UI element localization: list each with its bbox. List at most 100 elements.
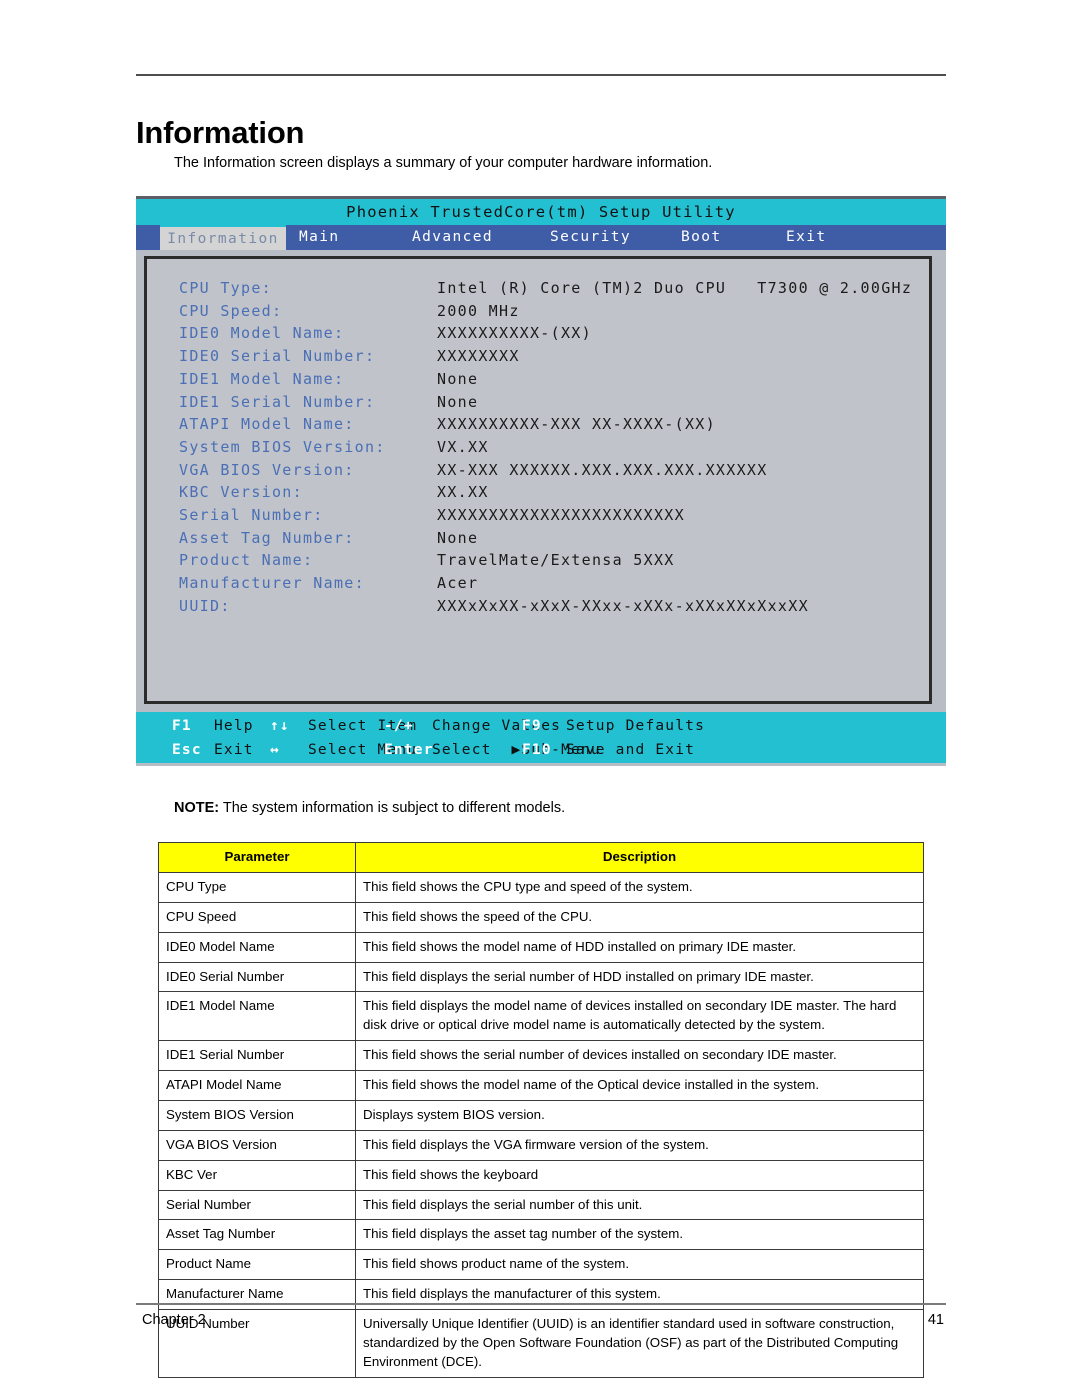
cell-parameter: KBC Ver bbox=[158, 1159, 356, 1191]
bios-field-label: CPU Speed: bbox=[179, 301, 283, 320]
bios-key-Enter-icon[interactable]: Enter bbox=[384, 738, 434, 762]
intro-paragraph: The Information screen displays a summar… bbox=[174, 154, 713, 171]
bios-field-value: XXXxXxXX-xXxX-XXxx-xXXx-xXXxXXxXxxXX bbox=[437, 596, 809, 615]
table-row: IDE0 Serial Number This field displays th… bbox=[158, 961, 924, 993]
note-prefix: NOTE: bbox=[174, 799, 220, 816]
bios-field-label: System BIOS Version: bbox=[179, 437, 386, 456]
bios-field-label: IDE1 Serial Number: bbox=[179, 392, 376, 411]
bios-field-value: None bbox=[437, 528, 479, 547]
table-row: System BIOS Version Displays system BIOS … bbox=[158, 1099, 924, 1131]
bios-tab-boot[interactable]: Boot bbox=[681, 225, 722, 250]
bios-key-F1-icon[interactable]: F1 bbox=[172, 714, 192, 738]
bios-field-value: Acer bbox=[437, 574, 479, 593]
bios-field-value: XXXXXXXXXXXXXXXXXXXXXXXX bbox=[437, 506, 685, 524]
bios-field-value: 2000 MHz bbox=[437, 301, 520, 320]
bios-title: Phoenix TrustedCore(tm) Setup Utility bbox=[136, 199, 946, 225]
table-row: IDE1 Model Name This field displays the m… bbox=[158, 991, 924, 1042]
bios-key-label: Exit bbox=[214, 742, 254, 758]
cell-description: This field displays the serial number of… bbox=[355, 961, 924, 993]
bios-information-panel: CPU Type: Intel (R) Core (TM)2 Duo CPU T7… bbox=[144, 256, 932, 704]
bios-field-label: ATAPI Model Name: bbox=[179, 415, 355, 434]
cell-description: This field shows the keyboard bbox=[355, 1159, 924, 1191]
bios-tab-advanced[interactable]: Advanced bbox=[412, 225, 493, 250]
cell-parameter: Product Name bbox=[158, 1249, 356, 1281]
cell-description: This field shows the CPU type and speed … bbox=[355, 871, 924, 903]
bios-key--icon[interactable]: ↑↓ bbox=[270, 714, 290, 738]
bios-field-value: XX-XXX XXXXXX.XXX.XXX.XXX.XXXXXX bbox=[437, 460, 768, 479]
table-header-row: Parameter Description bbox=[158, 842, 924, 873]
bios-key-label: Save and Exit bbox=[566, 742, 696, 758]
cell-parameter: ATAPI Model Name bbox=[158, 1070, 356, 1101]
table-row: CPU Speed This field shows the speed of t… bbox=[158, 901, 924, 933]
cell-parameter: CPU Type bbox=[158, 871, 356, 903]
table-row: VGA BIOS Version This field displays the … bbox=[158, 1129, 924, 1161]
cell-description: Displays system BIOS version. bbox=[355, 1099, 924, 1131]
bios-field-label: IDE0 Model Name: bbox=[179, 324, 345, 343]
table-row: Manufacturer Name This field displays the… bbox=[158, 1279, 924, 1310]
bios-key-legend-row: F1 Help ↑↓ Select Item -/+ Change Values F9 Set… bbox=[136, 714, 946, 738]
bios-field-label: IDE0 Serial Number: bbox=[179, 347, 376, 366]
cell-parameter: IDE1 Serial Number bbox=[158, 1040, 356, 1071]
table-row: KBC Ver This field shows the keyboard bbox=[158, 1159, 924, 1191]
cell-description: This field displays the serial number of… bbox=[355, 1189, 924, 1221]
table-row: CPU Type This field shows the CPU type an… bbox=[158, 871, 924, 903]
cell-description: This field shows product name of the sys… bbox=[355, 1249, 924, 1281]
cell-description: This field displays the asset tag number… bbox=[355, 1219, 924, 1251]
header-rule bbox=[136, 74, 946, 76]
bios-tab-exit[interactable]: Exit bbox=[786, 225, 827, 250]
bios-menu-bar: Information Main Advanced Security Boot Exit bbox=[136, 225, 946, 250]
bios-field-value: VX.XX bbox=[437, 437, 489, 456]
bios-tab-information[interactable]: Information bbox=[160, 225, 286, 250]
cell-parameter: IDE1 Model Name bbox=[158, 991, 356, 1042]
parameter-description-table: Parameter Description CPU Type This field… bbox=[158, 842, 924, 1378]
table-row: Product Name This field shows product nam… bbox=[158, 1249, 924, 1281]
bios-key-F9-icon[interactable]: F9 bbox=[522, 714, 542, 738]
footer-rule bbox=[136, 1303, 946, 1305]
bios-field-value: None bbox=[437, 392, 479, 411]
bios-key-Esc-icon[interactable]: Esc bbox=[172, 738, 202, 762]
cell-parameter: IDE0 Serial Number bbox=[158, 961, 356, 993]
table-row: ATAPI Model Name This field shows the mod… bbox=[158, 1070, 924, 1101]
cell-parameter: Manufacturer Name bbox=[158, 1279, 356, 1310]
table-row: IDE0 Model Name This field shows the mode… bbox=[158, 931, 924, 963]
cell-parameter: System BIOS Version bbox=[158, 1099, 356, 1131]
bios-field-label: IDE1 Model Name: bbox=[179, 369, 345, 388]
cell-description: This field shows the speed of the CPU. bbox=[355, 901, 924, 933]
note-text: The system information is subject to dif… bbox=[219, 799, 566, 816]
bios-key-legend-row: Esc Exit ↔ Select Menu Enter Select ▶Sub-Menu… bbox=[136, 738, 946, 762]
bios-field-value: None bbox=[437, 369, 479, 388]
note-line: NOTE: The system information is subject … bbox=[174, 800, 565, 816]
bios-setup-screenshot: Phoenix TrustedCore(tm) Setup Utility In… bbox=[136, 196, 946, 766]
bios-field-value: XXXXXXXXXX-XXX XX-XXXX-(XX) bbox=[437, 415, 716, 434]
bios-key-legend: F1 Help ↑↓ Select Item -/+ Change Values F9 Set… bbox=[136, 712, 946, 763]
column-header-description: Description bbox=[355, 842, 924, 873]
table-row: Serial Number This field displays the ser… bbox=[158, 1189, 924, 1221]
cell-description: This field shows the serial number of de… bbox=[355, 1040, 924, 1071]
cell-description: This field displays the model name of de… bbox=[355, 991, 924, 1042]
bios-field-label: Product Name: bbox=[179, 551, 314, 570]
bios-tab-security[interactable]: Security bbox=[550, 225, 631, 250]
bios-key-F10-icon[interactable]: F10 bbox=[522, 738, 552, 762]
bios-field-label: KBC Version: bbox=[179, 483, 303, 502]
bios-tab-main[interactable]: Main bbox=[299, 225, 340, 250]
bios-field-label: Asset Tag Number: bbox=[179, 528, 355, 547]
bios-key-label: Help bbox=[214, 718, 254, 734]
bios-field-label: Manufacturer Name: bbox=[179, 574, 365, 593]
bios-key--icon[interactable]: -/+ bbox=[384, 714, 414, 738]
bios-field-value: TravelMate/Extensa 5XXX bbox=[437, 551, 675, 570]
page-number: 41 bbox=[927, 1312, 944, 1328]
cell-parameter: Serial Number bbox=[158, 1189, 356, 1221]
bios-field-label: CPU Type: bbox=[179, 279, 272, 297]
column-header-parameter: Parameter bbox=[158, 842, 356, 873]
bios-field-label: UUID: bbox=[179, 596, 231, 615]
table-row: IDE1 Serial Number This field shows the s… bbox=[158, 1040, 924, 1071]
bios-key--icon[interactable]: ↔ bbox=[270, 738, 280, 762]
cell-description: This field shows the model name of HDD i… bbox=[355, 931, 924, 963]
bios-field-value: XXXXXXXX bbox=[437, 347, 520, 366]
page-title: Information bbox=[136, 114, 305, 150]
bios-field-label: Serial Number: bbox=[179, 506, 324, 524]
cell-parameter: IDE0 Model Name bbox=[158, 931, 356, 963]
bios-key-label: Setup Defaults bbox=[566, 718, 706, 734]
cell-description: This field shows the model name of the O… bbox=[355, 1070, 924, 1101]
bios-field-value: XX.XX bbox=[437, 483, 489, 502]
